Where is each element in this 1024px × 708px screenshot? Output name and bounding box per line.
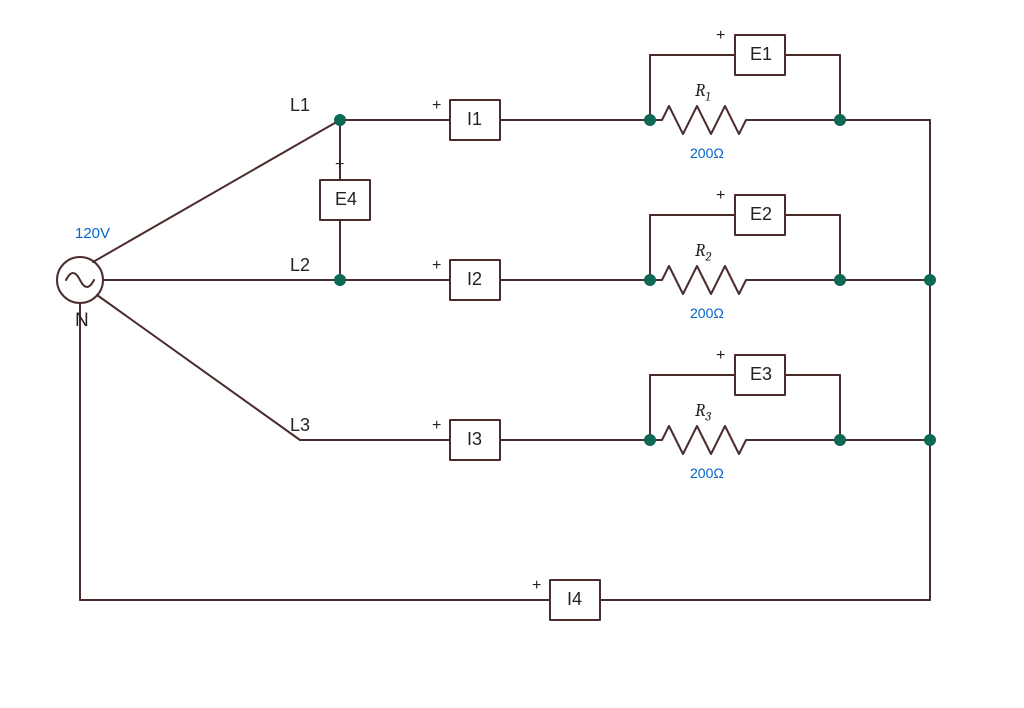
resistor-R2 — [650, 266, 760, 294]
resistor-R2-value: 200Ω — [690, 305, 724, 321]
resistor-R2-name: R2 — [695, 240, 711, 265]
ammeter-I1-label: I1 — [467, 109, 482, 130]
polarity-plus-E3: + — [716, 347, 725, 365]
ammeter-I3-label: I3 — [467, 429, 482, 450]
resistor-R3 — [650, 426, 760, 454]
resistor-R1 — [650, 106, 760, 134]
resistor-R1-name: R1 — [695, 80, 710, 105]
resistor-R1-value: 200Ω — [690, 145, 724, 161]
line-L3-label: L3 — [290, 415, 310, 436]
source-voltage-label: 120V — [75, 225, 110, 242]
polarity-plus-I1: + — [432, 97, 441, 115]
voltmeter-E2-label: E2 — [750, 204, 772, 225]
resistor-R3-value: 200Ω — [690, 465, 724, 481]
polarity-plus-I2: + — [432, 257, 441, 275]
polarity-plus-E4: + — [335, 156, 344, 174]
resistor-R3-name: R3 — [695, 400, 711, 425]
circuit-svg — [0, 0, 1024, 708]
polarity-plus-E2: + — [716, 187, 725, 205]
voltmeter-E3-label: E3 — [750, 364, 772, 385]
voltmeter-E1-label: E1 — [750, 44, 772, 65]
voltmeter-E4-label: E4 — [335, 189, 357, 210]
polarity-plus-E1: + — [716, 27, 725, 45]
line-L2-label: L2 — [290, 255, 310, 276]
ammeter-I2-label: I2 — [467, 269, 482, 290]
line-L1-label: L1 — [290, 95, 310, 116]
circuit-diagram: 120V N L1 L2 L3 I1 I2 I3 I4 E1 E2 E3 E4 … — [0, 0, 1024, 708]
ac-sine-icon — [66, 273, 94, 287]
neutral-label: N — [75, 310, 89, 332]
polarity-plus-I3: + — [432, 417, 441, 435]
polarity-plus-I4: + — [532, 577, 541, 595]
ammeter-I4-label: I4 — [567, 589, 582, 610]
